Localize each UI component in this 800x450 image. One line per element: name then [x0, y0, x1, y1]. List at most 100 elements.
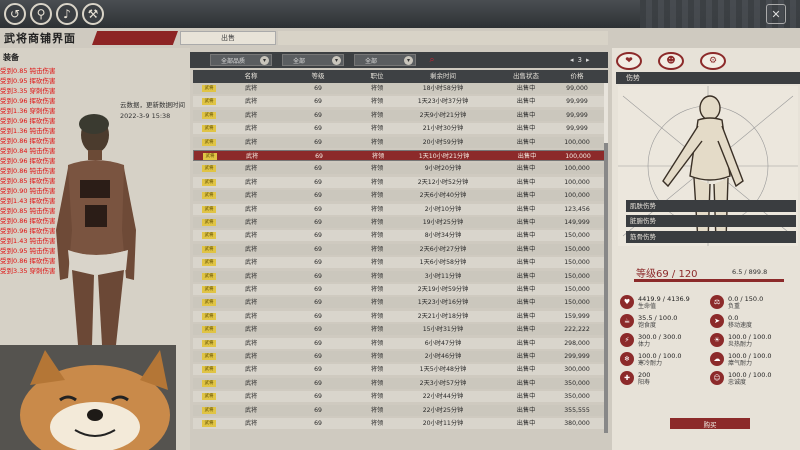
table-row[interactable]: 武将 武将 69 将领 2天19小时59分钟 出售中 150,000 [193, 284, 605, 295]
table-header: 名称 等级 职位 剩余时间 出售状态 价格 [193, 70, 608, 83]
item-type-badge: 武将 [202, 111, 216, 119]
table-row[interactable]: 武将 武将 69 将领 6小时47分钟 出售中 298,000 [193, 337, 605, 349]
organ-injury-bar: 脏腑伤势 [626, 215, 796, 227]
whistle-icon[interactable]: ♪ [56, 3, 78, 25]
cell-price: 355,555 [564, 406, 590, 414]
cell-status: 出售中 [516, 111, 536, 119]
cell-level: 69 [314, 178, 322, 186]
table-row[interactable]: 武将 武将 69 将领 3小时11分钟 出售中 150,000 [193, 270, 605, 282]
table-row[interactable]: 武将 武将 69 将领 18小时58分钟 出售中 99,000 [193, 83, 605, 94]
quality-select[interactable]: 全部品质 ▾ [210, 54, 272, 66]
cell-price: 99,000 [566, 85, 588, 92]
scrollbar-thumb[interactable] [604, 83, 608, 143]
item-type-badge: 武将 [202, 178, 216, 186]
column-header[interactable]: 等级 [298, 70, 338, 83]
column-header[interactable]: 职位 [357, 70, 397, 83]
type-select[interactable]: 全部 ▾ [282, 54, 344, 66]
table-row[interactable]: 武将 武将 69 将领 1天23小时37分钟 出售中 99,999 [193, 96, 605, 108]
table-row[interactable]: 武将 武将 69 将领 22小时44分钟 出售中 350,000 [193, 391, 605, 403]
damage-log-line: 受到0.86 挥砍伤害 [0, 217, 56, 225]
table-row[interactable]: 武将 武将 69 将领 1天23小时16分钟 出售中 150,000 [193, 297, 605, 309]
table-row[interactable]: 武将 武将 69 将领 22小时25分钟 出售中 355,555 [193, 404, 605, 416]
cell-role: 将领 [370, 272, 384, 280]
cell-level: 69 [314, 353, 322, 360]
table-row[interactable]: 武将 武将 69 将领 2天9小时21分钟 出售中 99,999 [193, 109, 605, 121]
chevron-down-icon: ▾ [404, 56, 413, 65]
table-row[interactable]: 武将 武将 69 将领 1天6小时58分钟 出售中 150,000 [193, 257, 605, 269]
table-row[interactable]: 武将 武将 69 将领 2小时46分钟 出售中 299,999 [193, 351, 605, 362]
item-type-badge: 武将 [202, 366, 216, 374]
column-header[interactable]: 价格 [552, 70, 602, 83]
table-row[interactable]: 武将 武将 69 将领 20小时11分钟 出售中 380,000 [193, 418, 605, 429]
cell-status: 出售中 [516, 366, 536, 374]
cell-time: 2天19小时59分钟 [417, 286, 469, 293]
skin-injury-bar: 肌肤伤势 [626, 200, 796, 212]
table-row[interactable]: 武将 武将 69 将领 2天6小时27分钟 出售中 150,000 [193, 243, 605, 255]
column-header[interactable]: 名称 [231, 70, 271, 83]
table-row[interactable]: 武将 武将 69 将领 2天21小时18分钟 出售中 159,999 [193, 310, 605, 322]
cell-time: 22小时44分钟 [422, 393, 464, 401]
item-type-badge: 武将 [202, 245, 216, 253]
cell-time: 1天5小时48分钟 [419, 366, 467, 374]
table-row[interactable]: 武将 武将 69 将领 20小时59分钟 出售中 100,000 [193, 136, 605, 148]
cell-role: 将领 [370, 192, 384, 200]
food-icon: ☕ [620, 314, 634, 328]
cell-role: 将领 [370, 178, 384, 186]
chevron-down-icon: ▾ [260, 56, 269, 65]
pager: ◂ 3 ▸ [570, 53, 608, 67]
compass-icon[interactable]: ↺ [4, 3, 26, 25]
table-row[interactable]: 武将 武将 69 将领 21小时30分钟 出售中 99,999 [193, 123, 605, 135]
cell-price: 150,000 [564, 232, 590, 240]
column-header[interactable]: 出售状态 [496, 70, 556, 83]
column-header[interactable]: 剩余时间 [403, 70, 483, 83]
prev-page-icon[interactable]: ◂ [570, 56, 574, 64]
table-row[interactable]: 武将 武将 69 将领 2天12小时52分钟 出售中 100,000 [193, 176, 605, 188]
stat-item: ⚡ 300.0 / 300.0 体力 [620, 333, 682, 349]
runner-icon[interactable]: ⚲ [30, 3, 52, 25]
search-icon[interactable]: ⌕ [425, 54, 439, 66]
heat-icon: ☀ [710, 333, 724, 347]
cell-status: 出售中 [516, 393, 536, 401]
experience-display: 6.5 / 899.8 [732, 268, 768, 276]
tab-active[interactable] [92, 31, 178, 45]
level-select[interactable]: 全部 ▾ [354, 54, 416, 66]
cell-role: 将领 [370, 165, 384, 173]
cell-status: 出售中 [516, 286, 536, 293]
table-row[interactable]: 武将 武将 69 将领 2天3小时57分钟 出售中 350,000 [193, 377, 605, 389]
cell-role: 将领 [370, 326, 384, 334]
item-type-badge: 武将 [202, 393, 216, 401]
stat-value: 4419.9 / 4136.9 [638, 295, 690, 303]
tab-sell[interactable]: 出售 [180, 31, 276, 45]
table-row[interactable]: 武将 武将 69 将领 9小时20分钟 出售中 100,000 [193, 163, 605, 175]
axe-icon[interactable]: ⚒ [82, 3, 104, 25]
cell-price: 299,999 [564, 353, 590, 360]
table-row[interactable]: 武将 武将 69 将领 2小时10分钟 出售中 123,456 [193, 203, 605, 215]
cell-price: 99,999 [566, 125, 588, 133]
cell-name: 武将 [244, 339, 258, 347]
damage-log-line: 受到0.96 挥砍伤害 [0, 157, 56, 165]
table-row[interactable]: 武将 武将 69 将领 1天10小时21分钟 出售中 100,000 [193, 150, 605, 161]
group-tab-icon[interactable]: ☻ [658, 52, 684, 70]
cell-status: 出售中 [516, 205, 536, 213]
heart-tab-icon[interactable]: ❤ [616, 52, 642, 70]
cell-status: 出售中 [516, 98, 536, 106]
item-type-badge: 武将 [202, 232, 216, 240]
next-page-icon[interactable]: ▸ [586, 56, 590, 64]
buy-button[interactable]: 购买 [670, 418, 750, 429]
stat-item: ☁ 100.0 / 100.0 瘴气耐力 [710, 352, 772, 368]
table-row[interactable]: 武将 武将 69 将领 1天5小时48分钟 出售中 300,000 [193, 364, 605, 376]
stat-label: 负重 [728, 303, 741, 310]
badge-tab-icon[interactable]: ⚙ [700, 52, 726, 70]
table-row[interactable]: 武将 武将 69 将领 2天6小时40分钟 出售中 100,000 [193, 190, 605, 202]
cell-time: 2小时10分钟 [424, 205, 462, 213]
tab-bar-filler [278, 31, 608, 45]
cell-status: 出售中 [516, 379, 536, 387]
cell-price: 350,000 [564, 379, 590, 387]
cell-role: 将领 [370, 205, 384, 213]
cell-time: 22小时25分钟 [422, 406, 464, 414]
cell-role: 将领 [370, 286, 384, 293]
close-icon[interactable]: ✕ [766, 4, 786, 24]
table-row[interactable]: 武将 武将 69 将领 15小时31分钟 出售中 222,222 [193, 324, 605, 336]
table-row[interactable]: 武将 武将 69 将领 8小时34分钟 出售中 150,000 [193, 230, 605, 242]
table-row[interactable]: 武将 武将 69 将领 19小时25分钟 出售中 149,999 [193, 217, 605, 228]
